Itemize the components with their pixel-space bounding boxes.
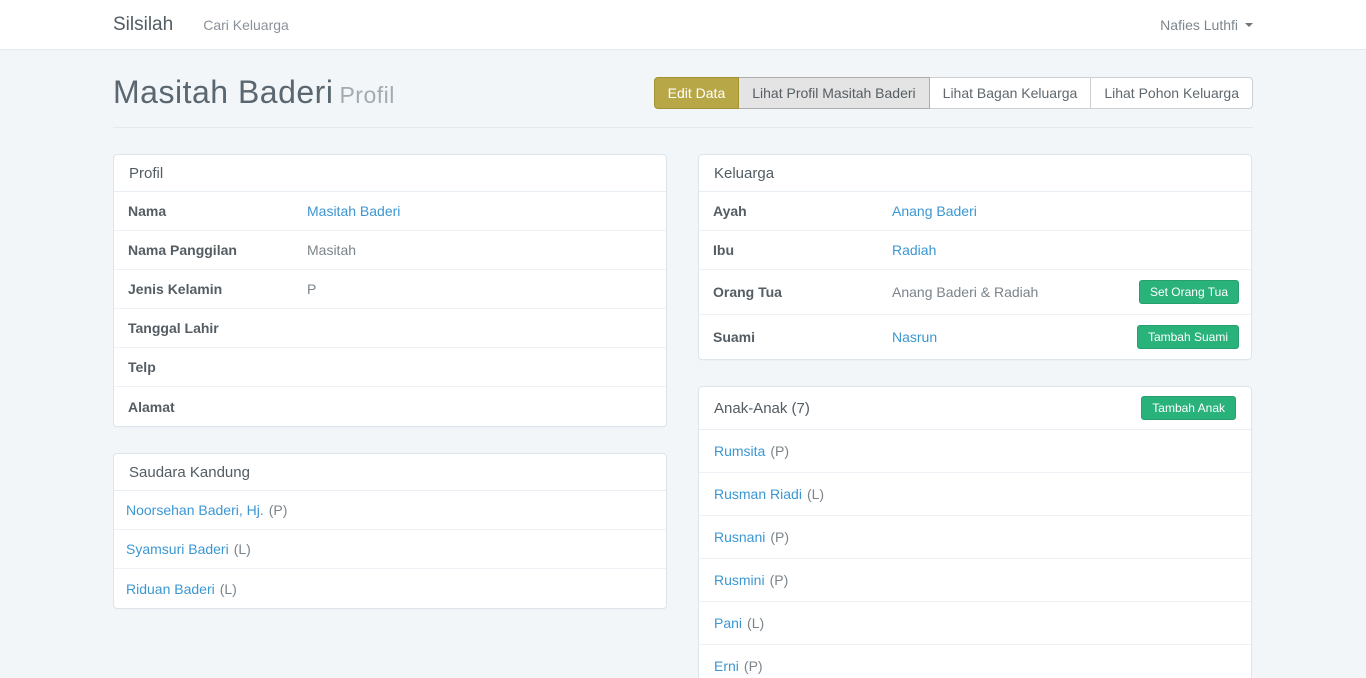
person-link[interactable]: Noorsehan Baderi, Hj. [126,502,264,518]
user-name: Nafies Luthfi [1160,17,1238,33]
list-item: Riduan Baderi (L) [114,569,666,608]
saudara-kandung-title: Saudara Kandung [129,464,250,481]
gender-label: (P) [770,572,789,588]
tambah-suami-button[interactable]: Tambah Suami [1137,325,1239,349]
anak-anak-panel: Anak-Anak (7) Tambah Anak Rumsita (P) Ru… [698,386,1252,678]
lihat-bagan-keluarga-button[interactable]: Lihat Bagan Keluarga [929,77,1092,109]
anak-anak-heading: Anak-Anak (7) Tambah Anak [699,387,1251,430]
table-row: Nama Panggilan Masitah [114,231,666,270]
field-value: P [307,281,654,297]
caret-down-icon [1245,23,1253,27]
gender-label: (P) [770,529,789,545]
anak-anak-title: Anak-Anak (7) [714,400,810,417]
person-name-title: Masitah Baderi [113,74,333,110]
field-label: Nama Panggilan [126,242,307,258]
person-link[interactable]: Rumsita [714,443,765,459]
field-label: Suami [711,329,892,345]
profil-panel-title: Profil [129,165,163,182]
set-orang-tua-button[interactable]: Set Orang Tua [1139,280,1239,304]
saudara-kandung-heading: Saudara Kandung [114,454,666,491]
field-label: Orang Tua [711,284,892,300]
profil-panel: Profil Nama Masitah Baderi Nama Panggila… [113,154,667,427]
table-row: Orang Tua Anang Baderi & Radiah Set Oran… [699,270,1251,315]
person-link[interactable]: Radiah [892,242,936,258]
field-label: Nama [126,203,307,219]
field-label: Alamat [126,399,307,415]
table-row: Nama Masitah Baderi [114,192,666,231]
person-link[interactable]: Nasrun [892,329,937,345]
field-value: Anang Baderi & Radiah [892,284,1139,300]
person-link[interactable]: Rusnani [714,529,765,545]
field-label: Tanggal Lahir [126,320,307,336]
list-item: Rusman Riadi (L) [699,473,1251,516]
field-value: Masitah [307,242,654,258]
table-row: Tanggal Lahir [114,309,666,348]
table-row: Suami Nasrun Tambah Suami [699,315,1251,359]
person-link[interactable]: Riduan Baderi [126,581,215,597]
person-link[interactable]: Rusman Riadi [714,486,802,502]
right-column: Keluarga Ayah Anang Baderi Ibu Radiah Or… [698,154,1252,678]
table-row: Ayah Anang Baderi [699,192,1251,231]
keluarga-panel-title: Keluarga [714,165,774,182]
list-item: Rumsita (P) [699,430,1251,473]
lihat-profil-button[interactable]: Lihat Profil Masitah Baderi [738,77,929,109]
person-link[interactable]: Masitah Baderi [307,203,400,219]
list-item: Syamsuri Baderi (L) [114,530,666,569]
keluarga-panel-heading: Keluarga [699,155,1251,192]
table-row: Ibu Radiah [699,231,1251,270]
lihat-pohon-keluarga-button[interactable]: Lihat Pohon Keluarga [1090,77,1253,109]
gender-label: (L) [747,615,764,631]
user-dropdown[interactable]: Nafies Luthfi [1160,17,1253,33]
profile-action-buttons: Edit Data Lihat Profil Masitah Baderi Li… [654,77,1253,109]
person-link[interactable]: Rusmini [714,572,765,588]
keluarga-panel: Keluarga Ayah Anang Baderi Ibu Radiah Or… [698,154,1252,360]
gender-label: (P) [744,658,763,674]
field-label: Telp [126,359,307,375]
edit-data-button[interactable]: Edit Data [654,77,740,109]
field-label: Ayah [711,203,892,219]
field-label: Jenis Kelamin [126,281,307,297]
main-content: Masitah BaderiProfil Edit Data Lihat Pro… [113,74,1253,678]
list-item: Rusnani (P) [699,516,1251,559]
saudara-kandung-panel: Saudara Kandung Noorsehan Baderi, Hj. (P… [113,453,667,609]
nav-cari-keluarga[interactable]: Cari Keluarga [203,17,289,33]
list-item: Pani (L) [699,602,1251,645]
navbar: Silsilah Cari Keluarga Nafies Luthfi [0,0,1366,50]
profil-panel-heading: Profil [114,155,666,192]
gender-label: (L) [220,581,237,597]
person-link[interactable]: Syamsuri Baderi [126,541,229,557]
left-column: Profil Nama Masitah Baderi Nama Panggila… [113,154,667,678]
list-item: Erni (P) [699,645,1251,678]
table-row: Telp [114,348,666,387]
field-label: Ibu [711,242,892,258]
list-item: Rusmini (P) [699,559,1251,602]
gender-label: (L) [234,541,251,557]
person-link[interactable]: Erni [714,658,739,674]
page-title: Masitah BaderiProfil [113,74,395,111]
table-row: Jenis Kelamin P [114,270,666,309]
gender-label: (L) [807,486,824,502]
person-link[interactable]: Anang Baderi [892,203,977,219]
page-header: Masitah BaderiProfil Edit Data Lihat Pro… [113,74,1253,128]
table-row: Alamat [114,387,666,426]
app-brand[interactable]: Silsilah [113,14,173,36]
gender-label: (P) [269,502,288,518]
page-subtitle: Profil [339,82,394,108]
list-item: Noorsehan Baderi, Hj. (P) [114,491,666,530]
tambah-anak-button[interactable]: Tambah Anak [1141,396,1236,420]
gender-label: (P) [770,443,789,459]
person-link[interactable]: Pani [714,615,742,631]
